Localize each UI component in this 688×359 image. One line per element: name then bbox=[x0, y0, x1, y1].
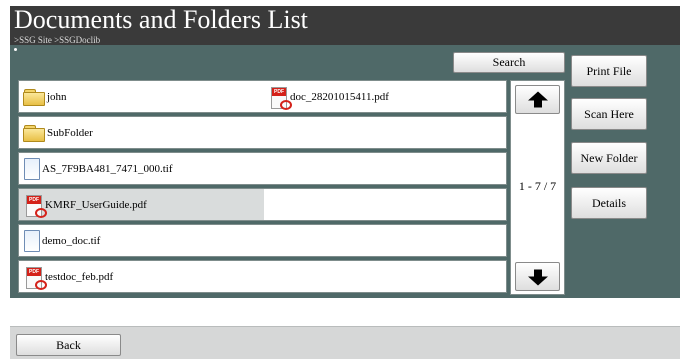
list-item-selected[interactable]: PDF KMRF_UserGuide.pdf bbox=[18, 188, 507, 221]
file-list: john PDF doc_28201015411.pdf SubFolder A… bbox=[18, 80, 507, 295]
status-dot bbox=[14, 48, 17, 51]
arrow-up-icon bbox=[527, 91, 548, 107]
pdf-icon: PDF bbox=[266, 85, 292, 110]
list-item[interactable]: AS_7F9BA481_7471_000.tif bbox=[18, 152, 507, 185]
folder-icon bbox=[23, 124, 45, 142]
title-bar: Documents and Folders List >SSG Site >SS… bbox=[10, 5, 680, 45]
list-item[interactable]: john PDF doc_28201015411.pdf bbox=[18, 80, 507, 113]
list-item[interactable]: demo_doc.tif bbox=[18, 224, 507, 257]
bottom-bar: Back bbox=[10, 326, 680, 359]
main-panel: Search john PDF doc_28201015411.pdf SubF… bbox=[10, 45, 680, 298]
list-item[interactable]: SubFolder bbox=[18, 116, 507, 149]
new-folder-button[interactable]: New Folder bbox=[571, 142, 647, 174]
list-item-label: john bbox=[47, 90, 67, 103]
print-file-button[interactable]: Print File bbox=[571, 55, 647, 87]
list-item-cell[interactable]: PDF testdoc_feb.pdf bbox=[19, 261, 264, 292]
list-item-label: doc_28201015411.pdf bbox=[290, 90, 389, 103]
list-item-cell[interactable]: john bbox=[19, 81, 264, 112]
list-item-cell[interactable]: SubFolder bbox=[19, 117, 264, 148]
folder-icon bbox=[23, 88, 45, 106]
list-item-label: demo_doc.tif bbox=[42, 234, 101, 247]
details-button[interactable]: Details bbox=[571, 187, 647, 219]
page-indicator: 1 - 7 / 7 bbox=[518, 179, 557, 193]
arrow-down-icon bbox=[527, 269, 548, 285]
search-button[interactable]: Search bbox=[453, 52, 565, 73]
scroll-down-button[interactable] bbox=[515, 262, 560, 291]
tif-file-icon bbox=[24, 229, 40, 252]
list-item-label: AS_7F9BA481_7471_000.tif bbox=[42, 162, 173, 175]
list-item[interactable]: PDF testdoc_feb.pdf bbox=[18, 260, 507, 293]
scroll-panel: 1 - 7 / 7 bbox=[510, 80, 565, 295]
pdf-icon: PDF bbox=[21, 265, 47, 290]
scroll-up-button[interactable] bbox=[515, 85, 560, 114]
pdf-icon: PDF bbox=[21, 193, 47, 218]
scan-here-button[interactable]: Scan Here bbox=[571, 98, 647, 130]
tif-file-icon bbox=[24, 157, 40, 180]
list-item-cell[interactable]: AS_7F9BA481_7471_000.tif bbox=[19, 153, 264, 184]
list-item-cell[interactable]: PDF KMRF_UserGuide.pdf bbox=[19, 189, 264, 220]
list-item-cell[interactable]: demo_doc.tif bbox=[19, 225, 264, 256]
list-item-label: KMRF_UserGuide.pdf bbox=[45, 198, 147, 211]
page-title: Documents and Folders List bbox=[14, 5, 308, 34]
list-item-cell[interactable]: PDF doc_28201015411.pdf bbox=[264, 81, 506, 112]
breadcrumb: >SSG Site >SSGDoclib bbox=[14, 35, 101, 45]
list-item-label: testdoc_feb.pdf bbox=[45, 270, 114, 283]
back-button[interactable]: Back bbox=[16, 334, 121, 356]
list-item-label: SubFolder bbox=[47, 126, 93, 139]
